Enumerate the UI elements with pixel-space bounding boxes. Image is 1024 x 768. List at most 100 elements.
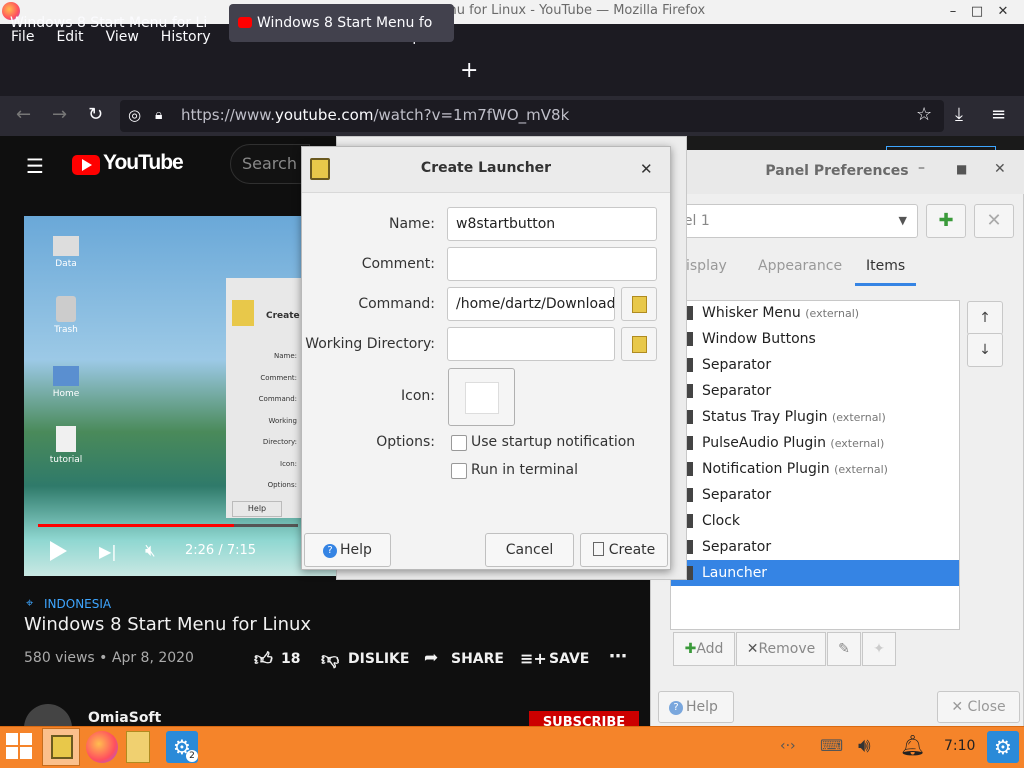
mute-icon[interactable]: 🔇︎ xyxy=(145,541,156,561)
settings-tray-icon[interactable]: ⚙ xyxy=(987,731,1019,763)
panel-item-ext: (external) xyxy=(834,463,888,476)
comment-field[interactable] xyxy=(447,247,657,281)
command-field[interactable]: /home/dartz/Downloads xyxy=(447,287,615,321)
url-text[interactable]: https://www.youtube.com/watch?v=1m7fWO_m… xyxy=(181,106,569,124)
notification-bell-icon[interactable]: 🔔︎ xyxy=(900,733,925,757)
remove-panel-icon[interactable]: ✕ xyxy=(974,204,1014,238)
like-icon[interactable]: 👍︎ xyxy=(254,648,273,670)
launcher-taskbar-button[interactable] xyxy=(42,728,80,766)
tab-2[interactable]: Windows 8 Start Menu fo xyxy=(229,4,454,42)
hamburger-icon[interactable]: ☰ xyxy=(26,154,44,178)
tab-1[interactable]: Windows 8 Start Menu for Li xyxy=(0,4,225,42)
location-pin-icon: ⌖ xyxy=(26,596,34,611)
close-icon[interactable]: ✕ xyxy=(992,1,1014,23)
panel-item[interactable]: Whisker Menu (external) xyxy=(671,300,959,326)
panel-item[interactable]: Separator xyxy=(671,378,959,404)
back-icon[interactable]: ← xyxy=(16,104,31,125)
save-button[interactable]: SAVE xyxy=(549,651,589,667)
add-item-button[interactable]: ✚Add xyxy=(673,632,735,666)
launcher-icon xyxy=(51,735,73,759)
share-button[interactable]: SHARE xyxy=(451,651,504,667)
startup-notification-label[interactable]: Use startup notification xyxy=(471,434,635,450)
panel-select[interactable]: nel 1 ▼ xyxy=(670,204,918,238)
bookmark-star-icon[interactable]: ☆ xyxy=(916,104,932,125)
subscribe-button[interactable]: SUBSCRIBE xyxy=(529,711,639,727)
shield-icon[interactable]: ◎ xyxy=(128,106,141,124)
run-in-terminal-checkbox[interactable] xyxy=(451,463,467,479)
new-tab-icon[interactable]: + xyxy=(460,58,478,83)
run-in-terminal-label[interactable]: Run in terminal xyxy=(471,462,578,478)
app-menu-icon[interactable]: ≡ xyxy=(991,104,1006,125)
network-icon[interactable]: ‹·› xyxy=(780,738,796,754)
pp-close-icon[interactable]: ✕ xyxy=(994,161,1006,177)
help-icon: ? xyxy=(669,701,683,715)
tab-display[interactable]: isplay xyxy=(686,258,727,274)
youtube-search-input[interactable]: Search xyxy=(230,144,310,184)
next-icon[interactable]: ▶| xyxy=(99,542,117,561)
pp-help-button[interactable]: ? Help xyxy=(658,691,734,723)
like-count[interactable]: 18 xyxy=(281,651,300,667)
create-button[interactable]: Create xyxy=(580,533,668,567)
panel-item[interactable]: Separator xyxy=(671,482,959,508)
pp-maximize-icon[interactable]: ■ xyxy=(956,162,967,176)
move-down-icon[interactable]: ↓ xyxy=(967,333,1003,367)
panel-item-name: PulseAudio Plugin xyxy=(702,435,826,451)
lock-icon[interactable]: 🔒︎ xyxy=(155,107,162,123)
workdir-field[interactable] xyxy=(447,327,615,361)
move-up-icon[interactable]: ↑ xyxy=(967,301,1003,335)
icon-label: Icon: xyxy=(401,388,435,404)
save-icon[interactable]: ≡+ xyxy=(520,649,547,668)
panel-item[interactable]: Notification Plugin (external) xyxy=(671,456,959,482)
panel-item[interactable]: Launcher xyxy=(671,560,959,586)
launcher-help-button[interactable]: ? Help xyxy=(304,533,391,567)
tab-appearance[interactable]: Appearance xyxy=(758,258,842,274)
settings-badge: 2 xyxy=(186,750,198,762)
name-field[interactable]: w8startbutton xyxy=(447,207,657,241)
files-taskbar-icon[interactable] xyxy=(126,731,150,763)
panel-item[interactable]: PulseAudio Plugin (external) xyxy=(671,430,959,456)
firefox-taskbar-icon[interactable] xyxy=(86,731,118,763)
maximize-icon[interactable]: □ xyxy=(966,1,988,23)
video-desktop-icon-tutorial: tutorial xyxy=(46,426,86,465)
dislike-icon[interactable]: 👎︎ xyxy=(321,648,339,670)
panel-item-name: Notification Plugin xyxy=(702,461,830,477)
panel-item[interactable]: Window Buttons xyxy=(671,326,959,352)
share-icon[interactable]: ➦ xyxy=(424,648,438,668)
video-location[interactable]: INDONESIA xyxy=(44,597,111,611)
add-panel-icon[interactable]: ✚ xyxy=(926,204,966,238)
item-about-icon[interactable]: ✦ xyxy=(862,632,896,666)
panel-item-name: Separator xyxy=(702,487,772,503)
cancel-button[interactable]: Cancel xyxy=(485,533,574,567)
volume-icon[interactable]: 🔊︎ xyxy=(858,733,871,757)
reload-icon[interactable]: ↻ xyxy=(88,104,103,125)
download-icon[interactable]: ⤓ xyxy=(955,104,963,125)
clock[interactable]: 7:10 xyxy=(944,738,975,754)
more-icon[interactable]: ⋯ xyxy=(609,646,627,667)
forward-icon[interactable]: → xyxy=(52,104,67,125)
command-browse-button[interactable] xyxy=(621,287,657,321)
panel-item-name: Clock xyxy=(702,513,741,529)
play-icon[interactable] xyxy=(50,541,67,561)
pp-close-button[interactable]: ✕ Close xyxy=(937,691,1020,723)
edit-item-icon[interactable]: ✎ xyxy=(827,632,861,666)
panel-item[interactable]: Separator xyxy=(671,352,959,378)
chevron-down-icon: ▼ xyxy=(898,214,907,227)
dialog-close-icon[interactable]: ✕ xyxy=(640,160,653,178)
tab-items[interactable]: Items xyxy=(866,258,905,274)
windows-start-icon[interactable] xyxy=(6,733,34,761)
icon-picker-button[interactable] xyxy=(448,368,515,426)
pp-minimize-icon[interactable]: – xyxy=(918,160,925,176)
dislike-button[interactable]: DISLIKE xyxy=(348,651,409,667)
startup-notification-checkbox[interactable] xyxy=(451,435,467,451)
minimize-icon[interactable]: – xyxy=(942,1,964,23)
video-time: 2:26 / 7:15 xyxy=(185,543,257,558)
channel-name[interactable]: OmiaSoft xyxy=(88,710,161,726)
video-dialog-icon xyxy=(232,300,254,326)
removable-drive-icon[interactable]: ⌨ xyxy=(820,736,843,755)
youtube-wordmark[interactable]: YouTube xyxy=(103,151,184,175)
panel-item[interactable]: Clock xyxy=(671,508,959,534)
panel-item[interactable]: Separator xyxy=(671,534,959,560)
workdir-browse-button[interactable] xyxy=(621,327,657,361)
remove-item-button[interactable]: ✕Remove xyxy=(736,632,826,666)
panel-item[interactable]: Status Tray Plugin (external) xyxy=(671,404,959,430)
